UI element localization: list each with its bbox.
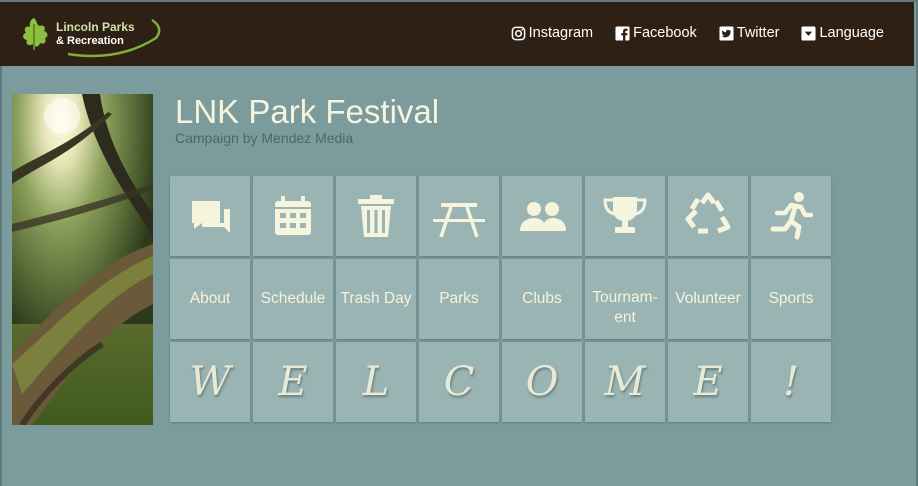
welcome-letter: C: [443, 359, 475, 405]
nav-language[interactable]: Language: [801, 25, 884, 41]
tile-label-clubs: Clubs: [522, 290, 562, 307]
trophy-icon: [603, 197, 647, 233]
tile-label-trash-day: Trash Day: [340, 290, 412, 307]
hero-forest-image: [12, 94, 153, 425]
welcome-letter: O: [525, 359, 559, 405]
welcome-tile: O: [502, 342, 582, 422]
nav-language-label: Language: [819, 25, 884, 41]
campaign-subtitle: Campaign by Mendez Media: [175, 130, 354, 146]
tile-label-tournament-line1: Tournam-: [592, 289, 658, 306]
nav-facebook-label: Facebook: [633, 25, 697, 41]
tile-parks[interactable]: Parks: [419, 259, 499, 339]
chat-icon: [192, 201, 230, 233]
logo-swoosh-icon: [67, 18, 161, 58]
nav-instagram[interactable]: Instagram: [511, 25, 593, 41]
welcome-tile: C: [419, 342, 499, 422]
tile-sports-icon[interactable]: [751, 176, 831, 256]
nav-twitter-label: Twitter: [736, 25, 780, 41]
welcome-letter: L: [362, 359, 390, 405]
trash-icon: [358, 195, 394, 237]
tile-clubs-icon[interactable]: [502, 176, 582, 256]
tile-clubs[interactable]: Clubs: [502, 259, 582, 339]
tile-about-icon[interactable]: [170, 176, 250, 256]
tile-label-parks: Parks: [439, 290, 479, 307]
nav-instagram-label: Instagram: [528, 25, 594, 41]
calendar-icon: [275, 196, 311, 235]
welcome-letter: !: [782, 359, 800, 405]
nav-twitter[interactable]: Twitter: [719, 25, 780, 41]
tile-tournament-icon[interactable]: [585, 176, 665, 256]
tile-parks-icon[interactable]: [419, 176, 499, 256]
tile-schedule-icon[interactable]: [253, 176, 333, 256]
tile-label-schedule: Schedule: [260, 290, 326, 307]
welcome-letter: E: [693, 359, 723, 405]
welcome-tile: E: [668, 342, 748, 422]
tile-label-volunteer: Volunteer: [675, 290, 741, 307]
welcome-letter: M: [604, 359, 646, 405]
nav-facebook[interactable]: Facebook: [615, 25, 697, 41]
instagram-icon: [511, 26, 525, 40]
tile-volunteer-icon[interactable]: [668, 176, 748, 256]
dropdown-icon: [801, 25, 817, 41]
tile-label-tournament-line2: ent: [614, 309, 636, 326]
campaign-title: LNK Park Festival: [175, 93, 440, 130]
social-nav: Instagram Facebook Twitter Language: [511, 25, 884, 41]
tile-about[interactable]: About: [170, 259, 250, 339]
tile-tournament[interactable]: Tournam- ent: [585, 259, 665, 339]
welcome-letter: E: [278, 359, 308, 405]
group-icon: [520, 202, 566, 231]
header-bar: Lincoln Parks & Recreation Instagram Fac…: [0, 2, 914, 66]
tile-trash-icon[interactable]: [336, 176, 416, 256]
tile-sports[interactable]: Sports: [751, 259, 831, 339]
twitter-icon: [719, 25, 734, 41]
runner-icon: [770, 192, 814, 240]
welcome-tile: W: [170, 342, 250, 422]
tile-trash-day[interactable]: Trash Day: [336, 259, 416, 339]
tile-label-sports: Sports: [768, 290, 814, 307]
facebook-icon: [615, 25, 630, 41]
welcome-letter: W: [189, 359, 231, 405]
recycle-icon: [685, 192, 731, 234]
tile-grid: About Schedule Trash Day Parks Clubs Tou…: [170, 176, 834, 423]
picnic-table-icon: [433, 203, 485, 238]
welcome-tile: !: [751, 342, 831, 422]
tile-volunteer[interactable]: Volunteer: [668, 259, 748, 339]
site-logo[interactable]: Lincoln Parks & Recreation: [14, 10, 161, 58]
tile-schedule[interactable]: Schedule: [253, 259, 333, 339]
tile-label-about: About: [189, 290, 231, 307]
welcome-tile: E: [253, 342, 333, 422]
welcome-tile: L: [336, 342, 416, 422]
welcome-tile: M: [585, 342, 665, 422]
